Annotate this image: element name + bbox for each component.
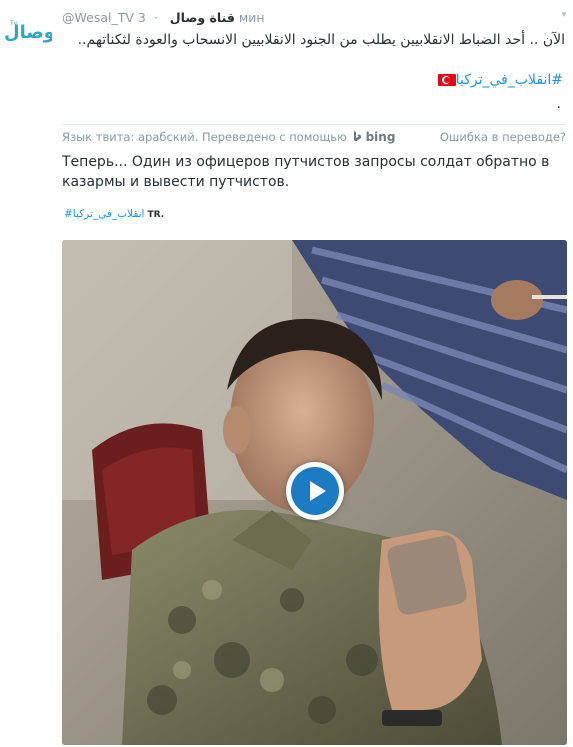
translated-hashtag-row: #انقلاب_في_تركيا TR. [64, 208, 164, 220]
bing-logo-icon[interactable]: bing [353, 130, 395, 144]
play-button[interactable] [286, 462, 344, 520]
account-handle[interactable]: @Wesal_TV [62, 10, 134, 25]
caret-down-icon[interactable]: ▾ [559, 10, 569, 20]
tweet-translated-text: Теперь... Один из офицеров путчистов зап… [62, 154, 550, 190]
hashtag-link[interactable]: #انقلاب_في_تركيا [456, 72, 563, 88]
translation-note: Язык твита: арабский. Переведено с помощ… [62, 130, 395, 144]
translated-suffix: TR. [147, 210, 165, 220]
video-player[interactable] [62, 240, 567, 745]
tweet-original-text: الآن .. أحد الضباط الانقلابيين يطلب من ا… [77, 32, 565, 48]
turkey-flag-icon [437, 74, 456, 86]
play-icon [310, 481, 326, 501]
tweet-original-hashtag-row: #انقلاب_في_تركيا [432, 72, 563, 88]
account-display-name[interactable]: قناة وصال [170, 10, 235, 25]
separator-dot: · [153, 10, 158, 25]
translation-language-note: Язык твита: арабский. Переведено с помощ… [62, 130, 347, 144]
tweet-header: @Wesal_TV قناة وصال · 3 мин [62, 10, 567, 28]
avatar[interactable]: Tv وصال [4, 8, 52, 56]
translation-bar: Язык твита: арабский. Переведено с помощ… [62, 124, 566, 147]
bing-label: bing [365, 130, 396, 144]
play-button-circle [291, 467, 339, 515]
translation-error-link[interactable]: Ошибка в переводе? [440, 130, 566, 144]
tweet-trailing-text: . [556, 96, 561, 112]
translated-hashtag-link[interactable]: #انقلاب_في_تركيا [64, 208, 144, 220]
avatar-logo-text: وصال [4, 22, 52, 43]
